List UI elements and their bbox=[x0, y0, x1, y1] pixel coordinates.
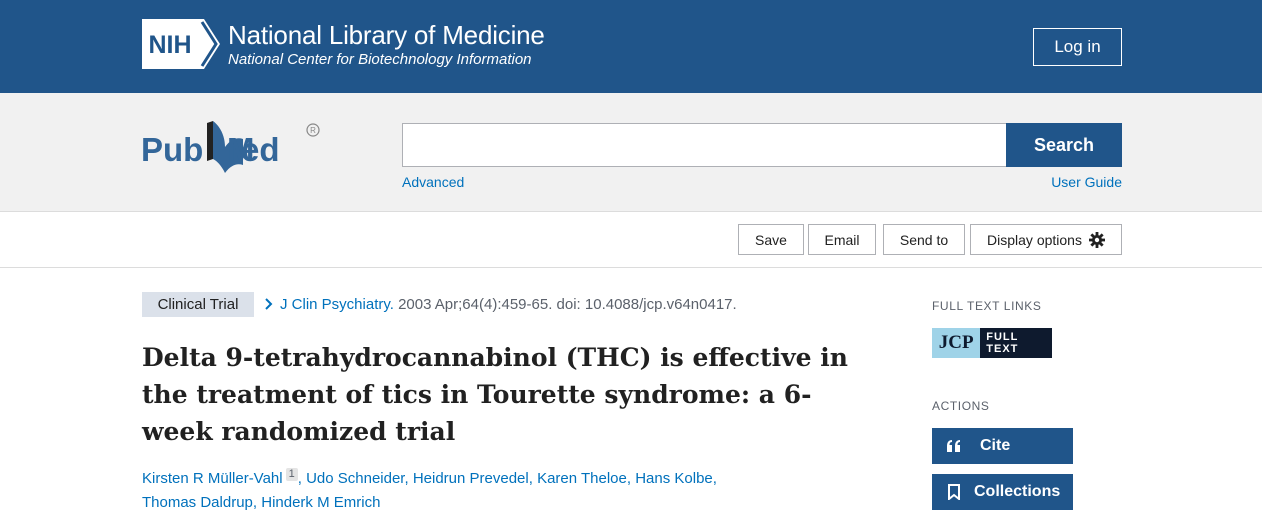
send-to-button[interactable]: Send to bbox=[883, 224, 965, 255]
author-link[interactable]: Hans Kolbe bbox=[635, 470, 713, 487]
full-text-links-heading: FULL TEXT LINKS bbox=[932, 299, 1042, 313]
jcp-full-text-link[interactable]: JCP FULL TEXT bbox=[932, 328, 1052, 358]
nih-subtitle: National Center for Biotechnology Inform… bbox=[228, 51, 532, 68]
author-link[interactable]: Kirsten R Müller-Vahl bbox=[142, 470, 283, 487]
pubmed-logo[interactable]: Pub ed M R bbox=[141, 117, 325, 183]
email-button[interactable]: Email bbox=[808, 224, 876, 255]
quote-icon bbox=[940, 440, 968, 452]
author-link[interactable]: Udo Schneider bbox=[306, 470, 404, 487]
jcp-logo: JCP bbox=[932, 328, 981, 358]
bookmark-icon bbox=[940, 484, 968, 500]
search-band: Pub ed M R Search Advanced User Guide bbox=[0, 93, 1262, 212]
author-link[interactable]: Heidrun Prevedel bbox=[413, 470, 529, 487]
full-text-label: FULL TEXT bbox=[986, 331, 1019, 355]
svg-text:R: R bbox=[310, 126, 316, 135]
search-button[interactable]: Search bbox=[1006, 123, 1122, 167]
nih-header: NIH National Library of Medicine Nationa… bbox=[0, 0, 1262, 93]
publication-type-badge: Clinical Trial bbox=[142, 292, 254, 317]
citation-details: 2003 Apr;64(4):459-65. doi: 10.4088/jcp.… bbox=[393, 296, 737, 313]
display-options-label: Display options bbox=[987, 231, 1082, 248]
login-button[interactable]: Log in bbox=[1033, 28, 1122, 66]
author-link[interactable]: Hinderk M Emrich bbox=[261, 494, 380, 511]
collections-label: Collections bbox=[974, 483, 1061, 500]
affiliation-marker[interactable]: 1 bbox=[285, 468, 298, 481]
gear-icon bbox=[1088, 231, 1105, 248]
chevron-right-icon[interactable] bbox=[263, 296, 275, 312]
authors-list: Kirsten R Müller-Vahl 1, Udo Schneider, H… bbox=[142, 468, 717, 511]
cite-button[interactable]: Cite bbox=[932, 428, 1073, 464]
user-guide-link[interactable]: User Guide bbox=[1051, 174, 1122, 190]
author-link[interactable]: Karen Theloe bbox=[537, 470, 627, 487]
nih-logo[interactable]: NIH bbox=[142, 19, 220, 69]
article-title: Delta 9-tetrahydrocannabinol (THC) is ef… bbox=[142, 343, 848, 446]
svg-text:M: M bbox=[227, 131, 255, 168]
advanced-search-link[interactable]: Advanced bbox=[402, 174, 464, 190]
save-button[interactable]: Save bbox=[738, 224, 804, 255]
cite-label: Cite bbox=[980, 437, 1011, 454]
nih-title[interactable]: National Library of Medicine bbox=[228, 20, 545, 50]
display-options-button[interactable]: Display options bbox=[970, 224, 1122, 255]
search-input[interactable] bbox=[402, 123, 1007, 167]
collections-button[interactable]: Collections bbox=[932, 474, 1073, 510]
actions-heading: ACTIONS bbox=[932, 399, 990, 413]
journal-citation: J Clin Psychiatry. 2003 Apr;64(4):459-65… bbox=[280, 296, 737, 313]
svg-text:Pub: Pub bbox=[141, 131, 203, 168]
nih-logo-text: NIH bbox=[148, 31, 191, 59]
author-link[interactable]: Thomas Daldrup bbox=[142, 494, 253, 511]
journal-link[interactable]: J Clin Psychiatry. bbox=[280, 296, 394, 313]
article-toolbar: Save Email Send to Display options bbox=[0, 212, 1262, 268]
